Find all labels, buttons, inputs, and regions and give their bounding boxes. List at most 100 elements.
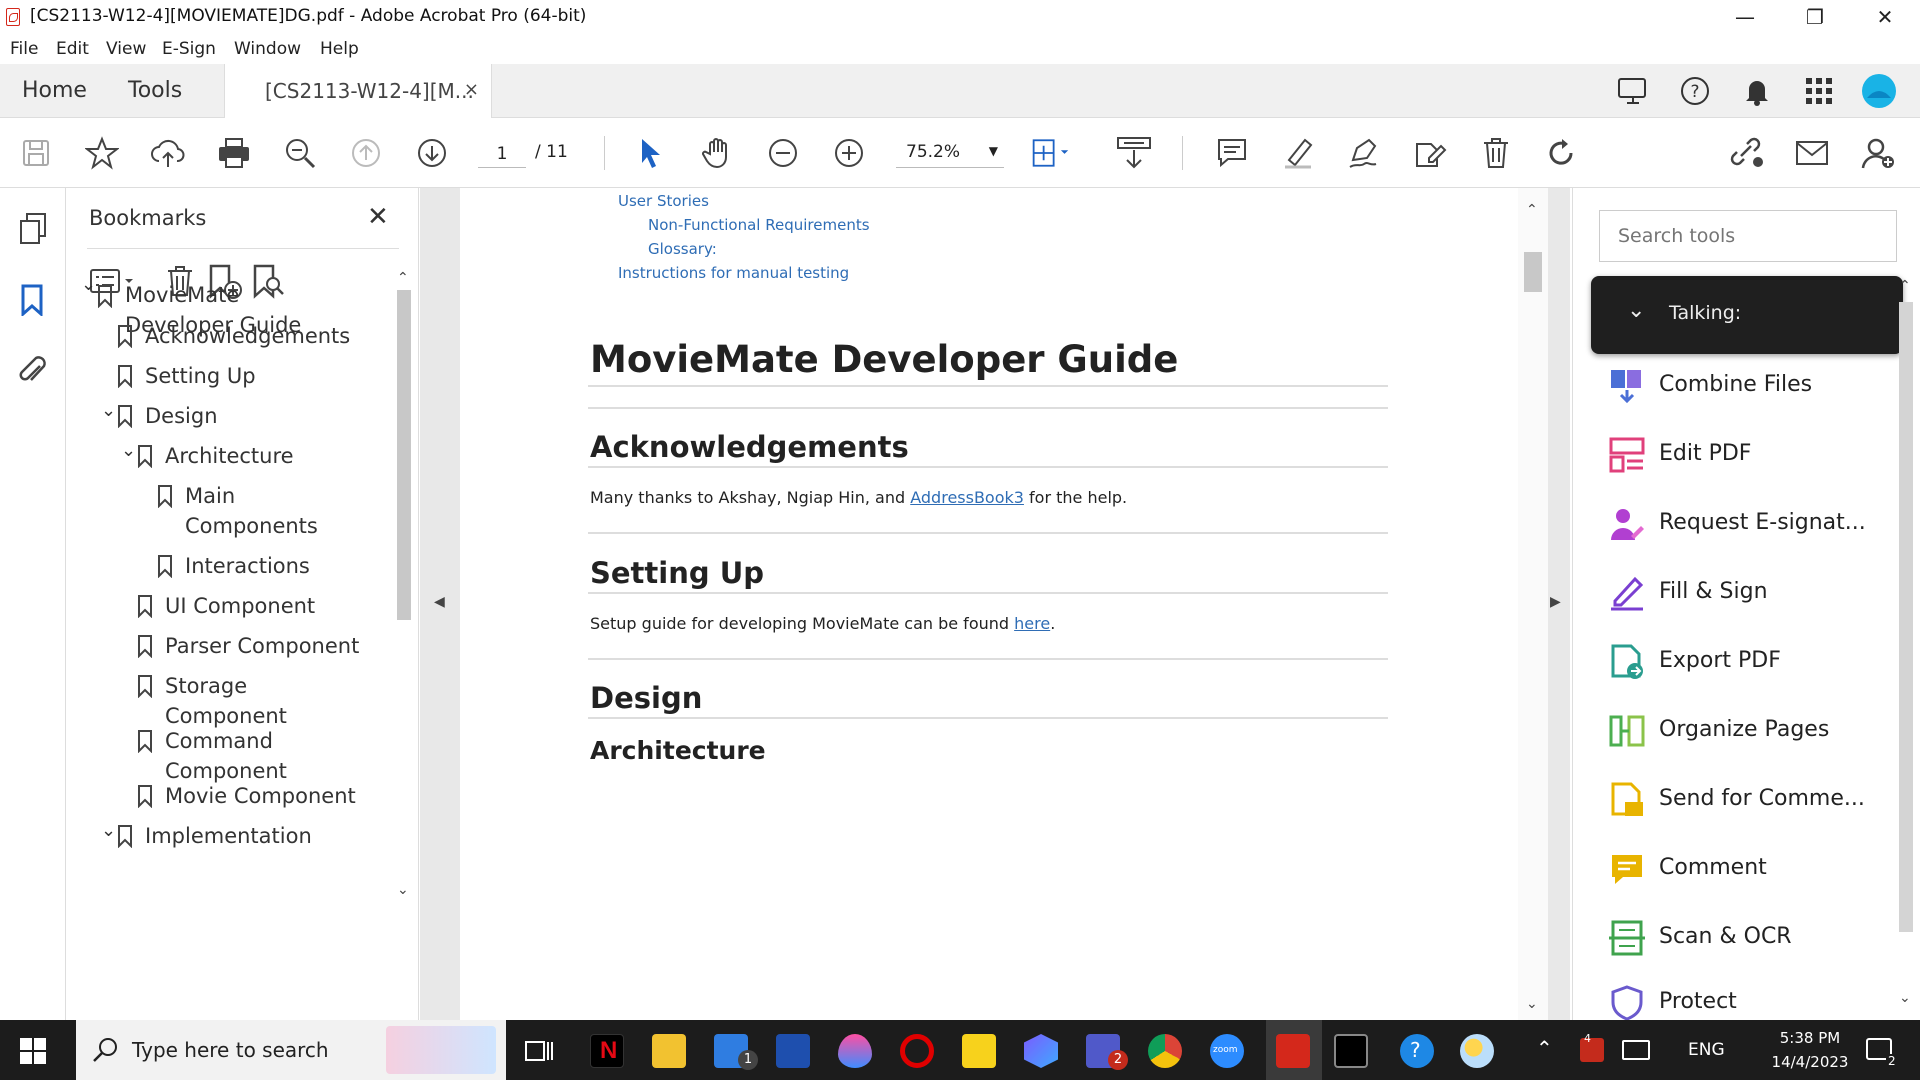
chevron-down-icon[interactable]: ⌄ bbox=[101, 400, 116, 421]
request-signature-icon bbox=[1611, 509, 1644, 540]
fit-page-icon[interactable] bbox=[1030, 133, 1070, 173]
document-view[interactable]: ◀ User Stories Non-Functional Requiremen… bbox=[420, 188, 1570, 1020]
close-window-button[interactable]: ✕ bbox=[1850, 0, 1920, 34]
avatar[interactable] bbox=[1862, 74, 1896, 108]
acrobat-taskbar-icon[interactable] bbox=[1276, 1034, 1310, 1068]
language-indicator[interactable]: ENG bbox=[1688, 1040, 1725, 1060]
divider bbox=[588, 658, 1388, 660]
zoom-app-icon[interactable]: zoom bbox=[1210, 1034, 1244, 1068]
chevron-up-icon[interactable]: ⌃ bbox=[1536, 1036, 1553, 1060]
scroll-mode-icon[interactable] bbox=[1114, 133, 1154, 173]
help-app-icon[interactable]: ? bbox=[1400, 1034, 1434, 1068]
rotate-icon[interactable] bbox=[1542, 133, 1582, 173]
restore-button[interactable]: ❐ bbox=[1780, 0, 1850, 34]
page-number-input[interactable] bbox=[478, 140, 526, 168]
tab-home[interactable]: Home bbox=[22, 78, 87, 103]
bookmark-item[interactable]: Main Components bbox=[185, 481, 318, 541]
bookmark-item[interactable]: Implementation bbox=[145, 821, 312, 851]
bookmark-item[interactable]: Interactions bbox=[185, 551, 310, 581]
bookmark-item[interactable]: Parser Component bbox=[165, 631, 359, 661]
file-explorer-icon[interactable] bbox=[652, 1034, 686, 1068]
bookmark-item[interactable]: Movie Component bbox=[165, 781, 356, 811]
chevron-down-icon[interactable]: ⌄ bbox=[121, 440, 136, 461]
minimize-button[interactable]: — bbox=[1710, 0, 1780, 34]
sign-pen-icon[interactable] bbox=[1344, 133, 1384, 173]
save-icon[interactable] bbox=[16, 133, 56, 173]
toc-link[interactable]: Glossary: bbox=[648, 240, 717, 258]
addressbook-link[interactable]: AddressBook3 bbox=[910, 488, 1024, 507]
weather-icon[interactable] bbox=[1460, 1034, 1494, 1068]
menu-view[interactable]: View bbox=[106, 39, 146, 59]
cloud-upload-icon[interactable] bbox=[148, 133, 188, 173]
windows-start-icon[interactable] bbox=[20, 1038, 46, 1068]
bookmark-item[interactable]: Acknowledgements bbox=[145, 321, 350, 351]
share-link-icon[interactable] bbox=[1726, 133, 1766, 173]
help-icon[interactable]: ? bbox=[1678, 74, 1712, 108]
menu-help[interactable]: Help bbox=[320, 39, 359, 59]
star-icon[interactable] bbox=[82, 133, 122, 173]
netflix-icon[interactable]: N bbox=[590, 1034, 624, 1068]
next-page-icon[interactable] bbox=[412, 133, 452, 173]
toc-link[interactable]: Instructions for manual testing bbox=[618, 264, 849, 282]
keyboard-icon[interactable] bbox=[1622, 1040, 1650, 1060]
zoom-in-icon[interactable] bbox=[829, 133, 869, 173]
pdf-page: User Stories Non-Functional Requirements… bbox=[460, 188, 1518, 1020]
chrome-icon[interactable] bbox=[1148, 1034, 1182, 1068]
divider bbox=[588, 592, 1388, 594]
toc-link[interactable]: User Stories bbox=[618, 192, 709, 210]
print-icon[interactable] bbox=[214, 133, 254, 173]
setup-guide-link[interactable]: here bbox=[1014, 614, 1050, 633]
apps-grid-icon[interactable] bbox=[1802, 74, 1836, 108]
tab-tools[interactable]: Tools bbox=[128, 78, 182, 103]
toc-link[interactable]: Non-Functional Requirements bbox=[648, 216, 870, 234]
expand-right-icon[interactable]: ▶ bbox=[1550, 594, 1561, 610]
terminal-icon[interactable] bbox=[1334, 1034, 1368, 1068]
previous-page-icon[interactable] bbox=[346, 133, 386, 173]
whiteboard-icon[interactable] bbox=[776, 1034, 810, 1068]
sticky-notes-icon[interactable] bbox=[962, 1034, 996, 1068]
menu-window[interactable]: Window bbox=[234, 39, 301, 59]
paint-icon[interactable] bbox=[838, 1034, 872, 1068]
attachment-icon[interactable] bbox=[18, 354, 48, 392]
zoom-select[interactable]: 75.2% ▼ bbox=[896, 140, 1004, 168]
hand-tool-icon[interactable] bbox=[697, 133, 737, 173]
menu-esign[interactable]: E-Sign bbox=[162, 39, 216, 59]
chevron-down-icon[interactable]: ⌄ bbox=[101, 820, 116, 841]
bookmarks-scrollbar[interactable]: ⌃ ⌄ bbox=[393, 270, 415, 960]
menu-file[interactable]: File bbox=[10, 39, 38, 59]
chevron-down-icon[interactable]: ⌄ bbox=[81, 274, 96, 295]
bookmark-item[interactable]: UI Component bbox=[165, 591, 315, 621]
document-scrollbar[interactable]: ⌃ ⌄ bbox=[1518, 188, 1548, 1020]
tools-scrollbar[interactable]: ⌃ ⌄ bbox=[1893, 278, 1919, 1018]
task-view-icon[interactable] bbox=[522, 1034, 556, 1068]
delete-icon[interactable] bbox=[1476, 133, 1516, 173]
bookmark-item[interactable]: Architecture bbox=[165, 441, 294, 471]
email-icon[interactable] bbox=[1792, 133, 1832, 173]
edit-document-icon[interactable] bbox=[1410, 133, 1450, 173]
talking-indicator[interactable]: ⌄ Talking: bbox=[1591, 276, 1903, 354]
opera-icon[interactable] bbox=[900, 1034, 934, 1068]
copilot-icon[interactable] bbox=[1024, 1034, 1058, 1068]
bookmark-item[interactable]: Command Component bbox=[165, 726, 295, 786]
search-tools-input[interactable] bbox=[1599, 210, 1897, 262]
bookmark-item[interactable]: Storage Component bbox=[165, 671, 295, 731]
clock[interactable]: 5:38 PM 14/4/2023 bbox=[1760, 1026, 1860, 1074]
bookmark-item[interactable]: Design bbox=[145, 401, 218, 431]
page-thumbnails-icon[interactable] bbox=[18, 212, 48, 250]
collapse-left-icon[interactable]: ◀ bbox=[434, 594, 445, 610]
share-screen-icon[interactable] bbox=[1616, 74, 1650, 108]
comment-icon[interactable] bbox=[1212, 133, 1252, 173]
tab-document[interactable]: [CS2113-W12-4][M... × bbox=[224, 64, 492, 118]
add-user-icon[interactable] bbox=[1858, 133, 1898, 173]
bell-icon[interactable] bbox=[1740, 74, 1774, 108]
bookmark-panel-icon[interactable] bbox=[20, 284, 44, 320]
zoom-search-icon[interactable] bbox=[280, 133, 320, 173]
close-icon[interactable]: ✕ bbox=[367, 202, 389, 232]
zoom-out-icon[interactable] bbox=[763, 133, 803, 173]
bookmark-item[interactable]: Setting Up bbox=[145, 361, 256, 391]
select-cursor-icon[interactable] bbox=[631, 133, 671, 173]
taskbar-search[interactable]: Type here to search bbox=[76, 1020, 506, 1080]
close-tab-icon[interactable]: × bbox=[464, 79, 479, 100]
menu-edit[interactable]: Edit bbox=[56, 39, 89, 59]
highlight-icon[interactable] bbox=[1278, 133, 1318, 173]
